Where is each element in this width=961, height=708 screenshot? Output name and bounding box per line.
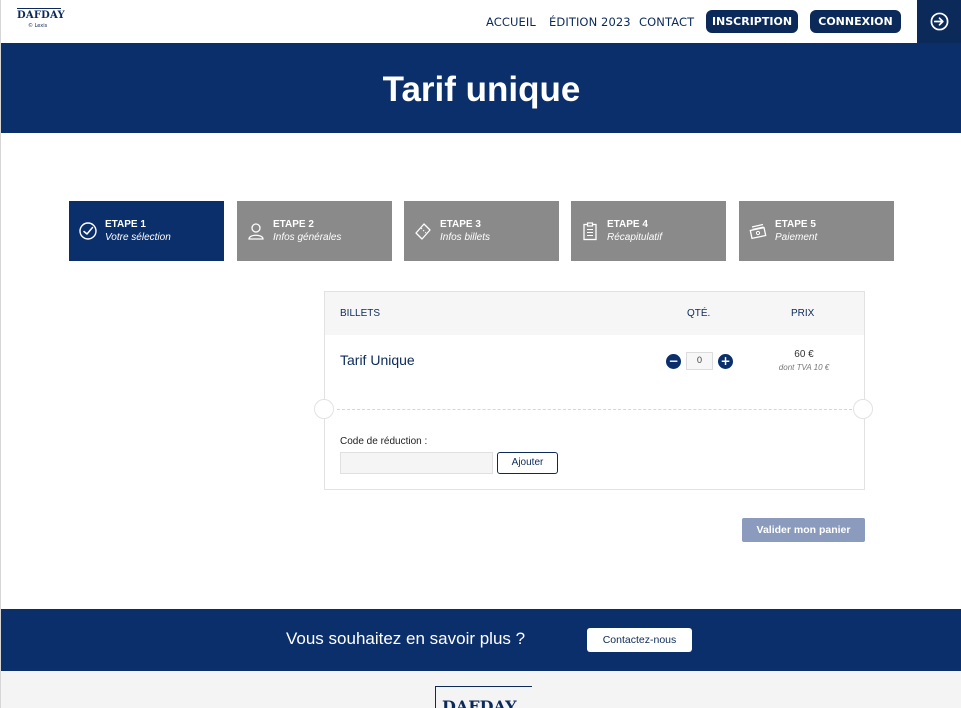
step-label: ETAPE 4 — [607, 219, 648, 230]
step-sublabel: Paiement — [775, 232, 818, 243]
register-button[interactable]: INSCRIPTION — [706, 10, 798, 33]
nav-link-edition-2023[interactable]: ÉDITION 2023 — [549, 15, 631, 29]
ticket-name: Tarif Unique — [340, 352, 415, 368]
ticket-price: 60 € — [794, 349, 814, 360]
login-button[interactable]: CONNEXION — [810, 10, 901, 33]
ticket-notch-right — [853, 399, 873, 419]
discount-code-label: Code de réduction : — [340, 436, 428, 447]
contact-cta-band: Vous souhaitez en savoir plus ? Contacte… — [1, 609, 961, 671]
apply-discount-button[interactable]: Ajouter — [497, 452, 558, 474]
quantity-input[interactable]: 0 — [686, 352, 713, 370]
ticket-divider — [337, 409, 852, 410]
step-4-summary[interactable]: ETAPE 4 Récapitulatif — [571, 201, 726, 261]
clipboard-icon — [583, 222, 597, 241]
step-label: ETAPE 3 — [440, 219, 481, 230]
step-5-payment[interactable]: ETAPE 5 Paiement — [739, 201, 894, 261]
price-column-header: PRIX — [791, 308, 815, 319]
step-sublabel: Infos billets — [440, 232, 491, 243]
footer-logo-text: DAFDAY — [442, 697, 517, 708]
decrease-quantity-button[interactable]: − — [666, 354, 681, 369]
money-icon — [749, 223, 767, 240]
page-title: Tarif unique — [382, 70, 581, 109]
check-circle-icon — [79, 222, 97, 240]
contact-us-button[interactable]: Contactez-nous — [587, 628, 692, 652]
user-icon — [248, 223, 264, 240]
step-1-selection[interactable]: ETAPE 1 Votre sélection — [69, 201, 224, 261]
footer-logo[interactable]: DAFDAY — [435, 686, 532, 708]
top-navigation-bar: DAFDAY © Lexis ACCUEIL ÉDITION 2023 CONT… — [1, 0, 961, 43]
ticket-notch-left — [314, 399, 334, 419]
step-label: ETAPE 2 — [273, 219, 314, 230]
dafday-logo[interactable]: DAFDAY © Lexis — [17, 8, 65, 30]
logo-text: DAFDAY — [17, 10, 65, 21]
logo-rule — [17, 8, 61, 9]
ticket-tax-note: dont TVA 10 € — [778, 363, 830, 372]
ticket-icon — [415, 223, 431, 240]
step-label: ETAPE 1 — [105, 219, 146, 230]
nav-link-contact[interactable]: CONTACT — [639, 15, 694, 29]
discount-code-input[interactable] — [340, 452, 493, 474]
ticket-cart-card: BILLETS QTÉ. PRIX Tarif Unique − 0 + 60 … — [314, 291, 873, 490]
cta-text: Vous souhaitez en savoir plus ? — [286, 629, 526, 648]
tickets-column-header: BILLETS — [340, 308, 381, 319]
validate-cart-button[interactable]: Valider mon panier — [742, 518, 865, 542]
nav-link-accueil[interactable]: ACCUEIL — [486, 15, 536, 29]
footer: DAFDAY — [1, 671, 961, 708]
step-2-general-info[interactable]: ETAPE 2 Infos générales — [237, 201, 392, 261]
step-sublabel: Récapitulatif — [607, 232, 663, 243]
step-label: ETAPE 5 — [775, 219, 816, 230]
sign-in-icon — [930, 12, 949, 31]
quantity-column-header: QTÉ. — [687, 308, 711, 319]
sign-in-button[interactable] — [917, 0, 961, 43]
step-sublabel: Infos générales — [273, 232, 342, 243]
page: DAFDAY © Lexis ACCUEIL ÉDITION 2023 CONT… — [0, 0, 961, 708]
increase-quantity-button[interactable]: + — [718, 354, 733, 369]
logo-subtitle: © Lexis — [28, 23, 48, 29]
step-sublabel: Votre sélection — [105, 232, 171, 243]
cart-header-row: BILLETS QTÉ. PRIX — [325, 292, 864, 335]
hero-banner: Tarif unique — [1, 43, 961, 133]
step-3-ticket-info[interactable]: ETAPE 3 Infos billets — [404, 201, 559, 261]
